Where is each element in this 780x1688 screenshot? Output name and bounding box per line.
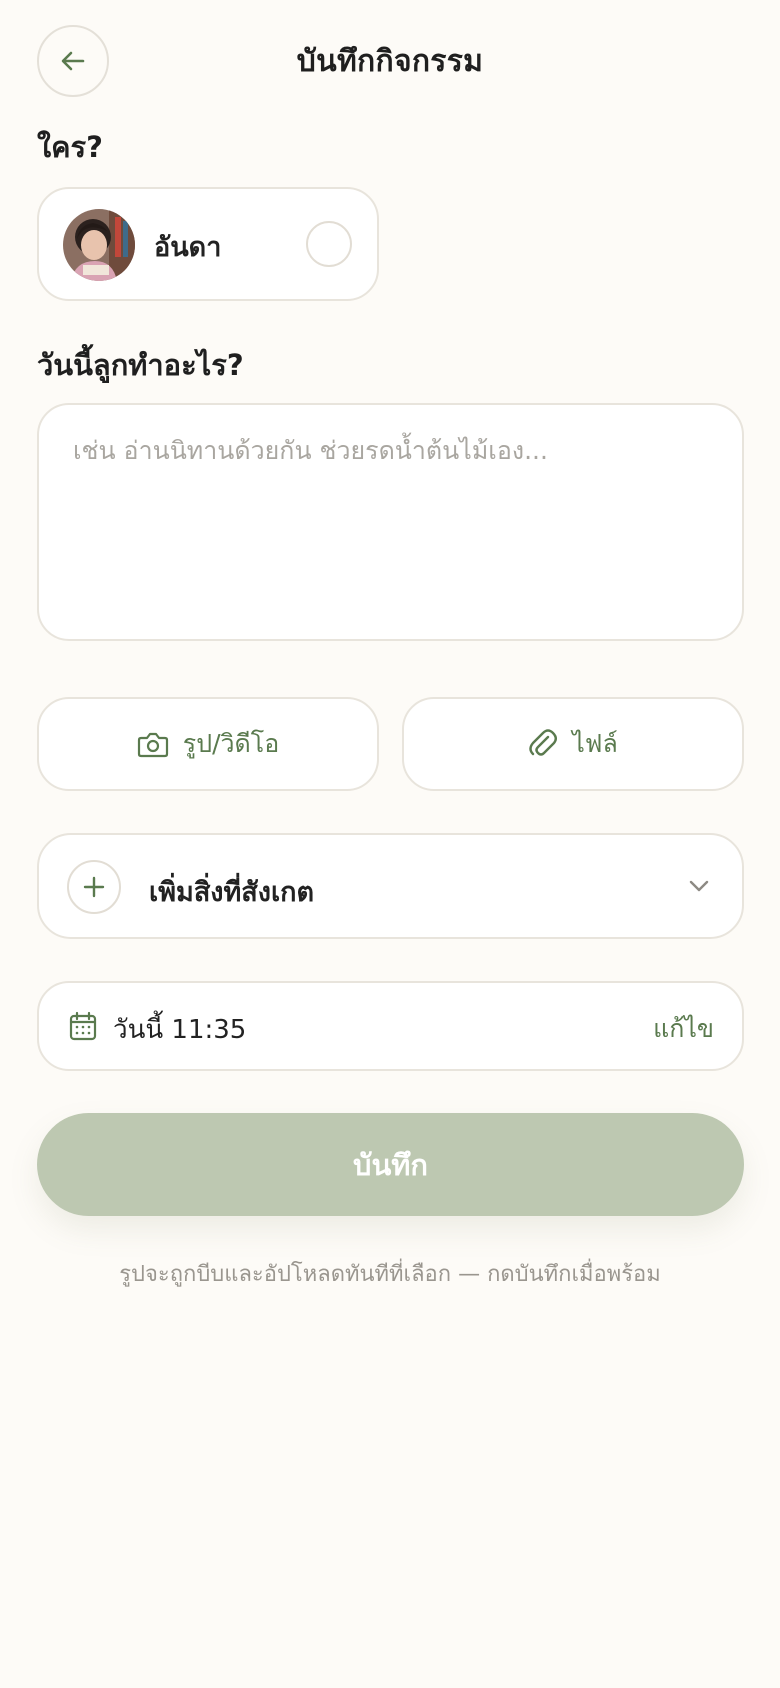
plus-button[interactable] (67, 860, 121, 914)
add-media-button[interactable]: รูป/วิดีโอ (37, 697, 379, 791)
chevron-down-icon[interactable] (686, 873, 712, 899)
upload-hint: รูปจะถูกบีบและอัปโหลดทันทีที่เลือก — กดบ… (119, 1262, 661, 1287)
camera-icon (137, 732, 168, 758)
plus-icon (83, 876, 105, 898)
save-button[interactable]: บันทึก (37, 1113, 744, 1216)
child-select-radio[interactable] (306, 221, 352, 267)
child-name: อันดา (154, 232, 222, 263)
add-observation-label: เพิ่มสิ่งที่สังเกต (149, 877, 315, 908)
child-option-card[interactable]: อันดา (37, 187, 379, 301)
avatar (63, 209, 135, 281)
add-file-button[interactable]: ไฟล์ (402, 697, 744, 791)
who-label: ใคร? (37, 130, 103, 164)
edit-datetime-link[interactable]: แก้ไข (653, 1009, 714, 1049)
calendar-icon (69, 1011, 97, 1041)
page-title: บันทึกกิจกรรม (296, 44, 484, 79)
datetime-row: วันนี้ 11:35 แก้ไข (37, 981, 744, 1071)
activity-textarea[interactable] (37, 403, 744, 641)
paperclip-icon (529, 729, 558, 756)
datetime-value: วันนี้ 11:35 (113, 1015, 247, 1045)
add-observation-row[interactable]: เพิ่มสิ่งที่สังเกต (37, 833, 744, 939)
add-file-label: ไฟล์ (572, 729, 618, 758)
add-media-label: รูป/วิดีโอ (182, 729, 280, 758)
activity-label: วันนี้ลูกทำอะไร? (37, 348, 244, 382)
